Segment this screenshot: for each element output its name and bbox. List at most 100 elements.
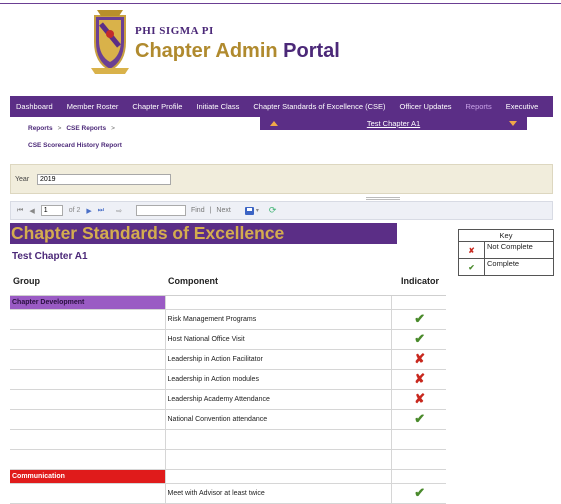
- report-chapter-name: Test Chapter A1: [12, 251, 88, 262]
- table-row: Meet with Advisor at least twice ✔: [10, 483, 446, 504]
- column-header-indicator: Indicator: [391, 268, 446, 296]
- check-icon: ✔: [414, 485, 426, 500]
- first-page-icon[interactable]: ⏮: [17, 207, 23, 215]
- breadcrumb-current: CSE Scorecard History Report: [28, 142, 122, 149]
- refresh-icon[interactable]: ⟳: [269, 205, 277, 216]
- component-cell: Leadership Academy Attendance: [165, 389, 392, 410]
- check-icon: ✔: [414, 411, 426, 426]
- check-icon: ✔: [414, 311, 426, 326]
- cross-icon: ✘: [414, 391, 426, 406]
- cross-icon: ✘: [414, 371, 426, 386]
- nav-executive[interactable]: Executive: [499, 102, 546, 111]
- top-divider: [0, 3, 561, 4]
- report-toolbar: ⏮ ◀ of 2 ▶ ⏭ ⇨ Find | Next ▾ ⟳: [10, 201, 553, 220]
- component-cell: [165, 295, 392, 310]
- portal-title-part1: Chapter Admin: [135, 40, 278, 62]
- component-cell: Meet with Advisor at least twice: [165, 483, 392, 504]
- component-cell: National Convention attendance: [165, 409, 392, 430]
- indicator-cell: ✔: [391, 309, 446, 330]
- crest-logo-icon: [91, 10, 129, 74]
- portal-title-part2: Portal: [283, 40, 340, 62]
- key-title: Key: [458, 229, 554, 242]
- group-row: Communication: [10, 469, 446, 484]
- indicator-cell: [391, 429, 446, 450]
- page-count: of 2: [68, 207, 81, 214]
- report-parameters: Year: [10, 164, 553, 194]
- component-cell: Risk Management Programs: [165, 309, 392, 330]
- indicator-cell: ✘: [391, 369, 446, 390]
- chapter-selector[interactable]: Test Chapter A1: [260, 117, 527, 130]
- group-name: Communication: [10, 469, 166, 484]
- empty-row: [10, 449, 446, 470]
- table-row: National Convention attendance ✔: [10, 409, 446, 430]
- group-cell: [10, 389, 166, 410]
- year-input[interactable]: [37, 174, 171, 185]
- nav-initiate-class[interactable]: Initiate Class: [189, 102, 246, 111]
- org-name: PHI SIGMA PI: [135, 25, 214, 37]
- export-dropdown-icon[interactable]: ▾: [256, 207, 259, 214]
- component-cell: [165, 429, 392, 450]
- nav-dashboard[interactable]: Dashboard: [10, 102, 60, 111]
- breadcrumb: Reports > CSE Reports >: [28, 125, 120, 132]
- year-label: Year: [15, 176, 30, 183]
- column-header-component: Component: [165, 268, 391, 296]
- next-page-icon[interactable]: ▶: [86, 207, 91, 215]
- portal-title: Chapter Admin Portal: [135, 40, 340, 63]
- component-cell: Leadership in Action modules: [165, 369, 392, 390]
- group-cell: [10, 309, 166, 330]
- indicator-cell: [391, 295, 446, 310]
- table-row: Leadership in Action Facilitator ✘: [10, 349, 446, 370]
- group-cell: [10, 429, 166, 450]
- previous-page-icon[interactable]: ◀: [29, 207, 34, 215]
- export-save-icon[interactable]: [244, 206, 254, 215]
- find-input[interactable]: [135, 205, 186, 216]
- breadcrumb-separator: >: [111, 125, 115, 132]
- breadcrumb-reports[interactable]: Reports: [28, 125, 53, 132]
- indicator-cell: ✔: [391, 329, 446, 350]
- breadcrumb-cse-reports[interactable]: CSE Reports: [66, 125, 106, 132]
- panel-splitter-handle[interactable]: [366, 197, 400, 200]
- group-cell: [10, 329, 166, 350]
- key-label-not-complete: Not Complete: [484, 241, 554, 259]
- nav-reports[interactable]: Reports: [459, 102, 499, 111]
- cross-icon: ✘: [468, 245, 475, 255]
- table-row: Leadership in Action modules ✘: [10, 369, 446, 390]
- key-legend: Key ✘ Not Complete ✔ Complete: [458, 229, 554, 276]
- cross-icon: ✘: [414, 351, 426, 366]
- key-label-complete: Complete: [484, 258, 554, 276]
- back-icon[interactable]: ⇨: [116, 207, 122, 215]
- group-row: Chapter Development: [10, 295, 446, 310]
- nav-cse[interactable]: Chapter Standards of Excellence (CSE): [246, 102, 392, 111]
- component-cell: [165, 449, 392, 470]
- component-cell: Host National Office Visit: [165, 329, 392, 350]
- group-cell: [10, 349, 166, 370]
- next-link[interactable]: Next: [216, 207, 230, 214]
- table-row: Risk Management Programs ✔: [10, 309, 446, 330]
- component-cell: [165, 469, 392, 484]
- table-row: Leadership Academy Attendance ✘: [10, 389, 446, 410]
- table-row: Host National Office Visit ✔: [10, 329, 446, 350]
- indicator-cell: ✔: [391, 483, 446, 504]
- nav-chapter-profile[interactable]: Chapter Profile: [125, 102, 189, 111]
- triangle-down-icon[interactable]: [509, 121, 517, 126]
- main-nav: Dashboard Member Roster Chapter Profile …: [10, 96, 553, 117]
- nav-officer-updates[interactable]: Officer Updates: [393, 102, 459, 111]
- group-cell: [10, 449, 166, 470]
- component-cell: Leadership in Action Facilitator: [165, 349, 392, 370]
- last-page-icon[interactable]: ⏭: [98, 207, 104, 215]
- empty-row: [10, 429, 446, 450]
- nav-member-roster[interactable]: Member Roster: [60, 102, 126, 111]
- triangle-up-icon[interactable]: [270, 121, 278, 126]
- indicator-cell: ✘: [391, 349, 446, 370]
- indicator-cell: ✔: [391, 409, 446, 430]
- check-icon: ✔: [414, 331, 426, 346]
- find-separator: |: [209, 207, 212, 214]
- breadcrumb-separator: >: [57, 125, 62, 132]
- chapter-selector-value[interactable]: Test Chapter A1: [367, 119, 420, 128]
- cse-table: Group Component Indicator Chapter Develo…: [10, 268, 446, 504]
- indicator-cell: [391, 449, 446, 470]
- find-link[interactable]: Find: [191, 207, 205, 214]
- group-name: Chapter Development: [10, 295, 166, 310]
- report-title: Chapter Standards of Excellence: [10, 223, 397, 244]
- page-number-input[interactable]: [40, 205, 63, 216]
